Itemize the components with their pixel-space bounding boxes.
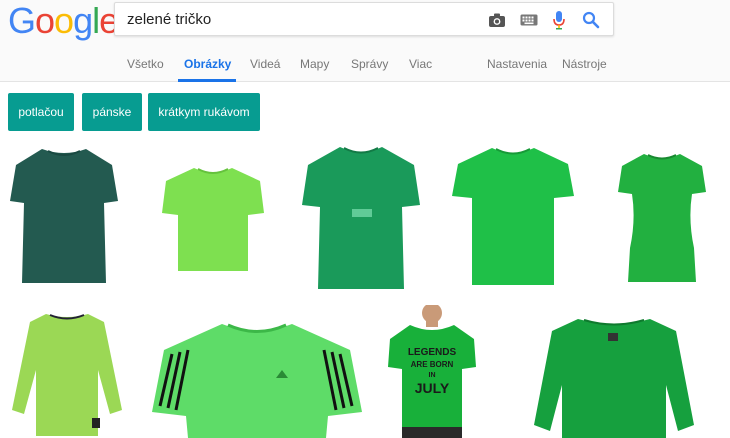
image-result-green-printed-tshirt[interactable] xyxy=(300,143,422,293)
keyboard-icon[interactable] xyxy=(519,10,539,30)
header: Google zelené tričko Všetko Obrázky Vide… xyxy=(0,0,730,82)
image-results-grid: LEGENDS ARE BORN IN JULY xyxy=(0,140,730,438)
chip-potlacou[interactable]: potlačou xyxy=(8,93,74,131)
settings-link[interactable]: Nastavenia xyxy=(487,57,547,71)
image-result-bright-green-tshirt[interactable] xyxy=(450,144,576,289)
related-search-chips: potlačou pánske krátkym rukávom xyxy=(0,93,730,133)
tab-more[interactable]: Viac xyxy=(409,57,432,71)
chip-kratkym-rukavom[interactable]: krátkym rukávom xyxy=(148,93,260,131)
active-tab-indicator xyxy=(178,79,236,82)
tab-videos[interactable]: Videá xyxy=(250,57,280,71)
microphone-icon[interactable] xyxy=(549,10,569,30)
logo-letter: G xyxy=(8,0,36,41)
tshirt-print-line: LEGENDS xyxy=(408,347,457,358)
search-box[interactable]: zelené tričko xyxy=(114,2,614,36)
chip-panske[interactable]: pánske xyxy=(82,93,142,131)
image-result-dark-green-tshirt[interactable] xyxy=(8,145,120,290)
google-logo[interactable]: Google xyxy=(8,0,119,41)
logo-letter: l xyxy=(92,0,100,41)
image-result-womens-green-tshirt[interactable] xyxy=(616,150,708,286)
image-result-light-green-tshirt[interactable] xyxy=(160,165,266,275)
image-result-model-legends-tshirt[interactable]: LEGENDS ARE BORN IN JULY xyxy=(386,305,478,438)
search-tabs: Všetko Obrázky Videá Mapy Správy Viac Na… xyxy=(0,52,730,82)
image-result-sport-green-tshirt[interactable] xyxy=(150,320,364,438)
camera-icon[interactable] xyxy=(487,10,507,30)
tab-maps[interactable]: Mapy xyxy=(300,57,329,71)
tab-all[interactable]: Všetko xyxy=(127,57,164,71)
search-input[interactable]: zelené tričko xyxy=(127,11,211,28)
tshirt-print-line: JULY xyxy=(415,380,450,396)
image-result-womens-green-longsleeve[interactable] xyxy=(528,315,700,438)
tshirt-print-line: IN xyxy=(429,372,436,379)
tshirt-print-line: ARE BORN xyxy=(411,360,454,369)
tab-news[interactable]: Správy xyxy=(351,57,388,71)
logo-letter: o xyxy=(54,0,74,41)
tools-link[interactable]: Nástroje xyxy=(562,57,607,71)
logo-letter: o xyxy=(35,0,55,41)
search-icon[interactable] xyxy=(581,10,601,30)
tab-images[interactable]: Obrázky xyxy=(184,57,231,71)
image-result-lime-longsleeve[interactable] xyxy=(8,310,126,438)
logo-letter: g xyxy=(73,0,93,41)
